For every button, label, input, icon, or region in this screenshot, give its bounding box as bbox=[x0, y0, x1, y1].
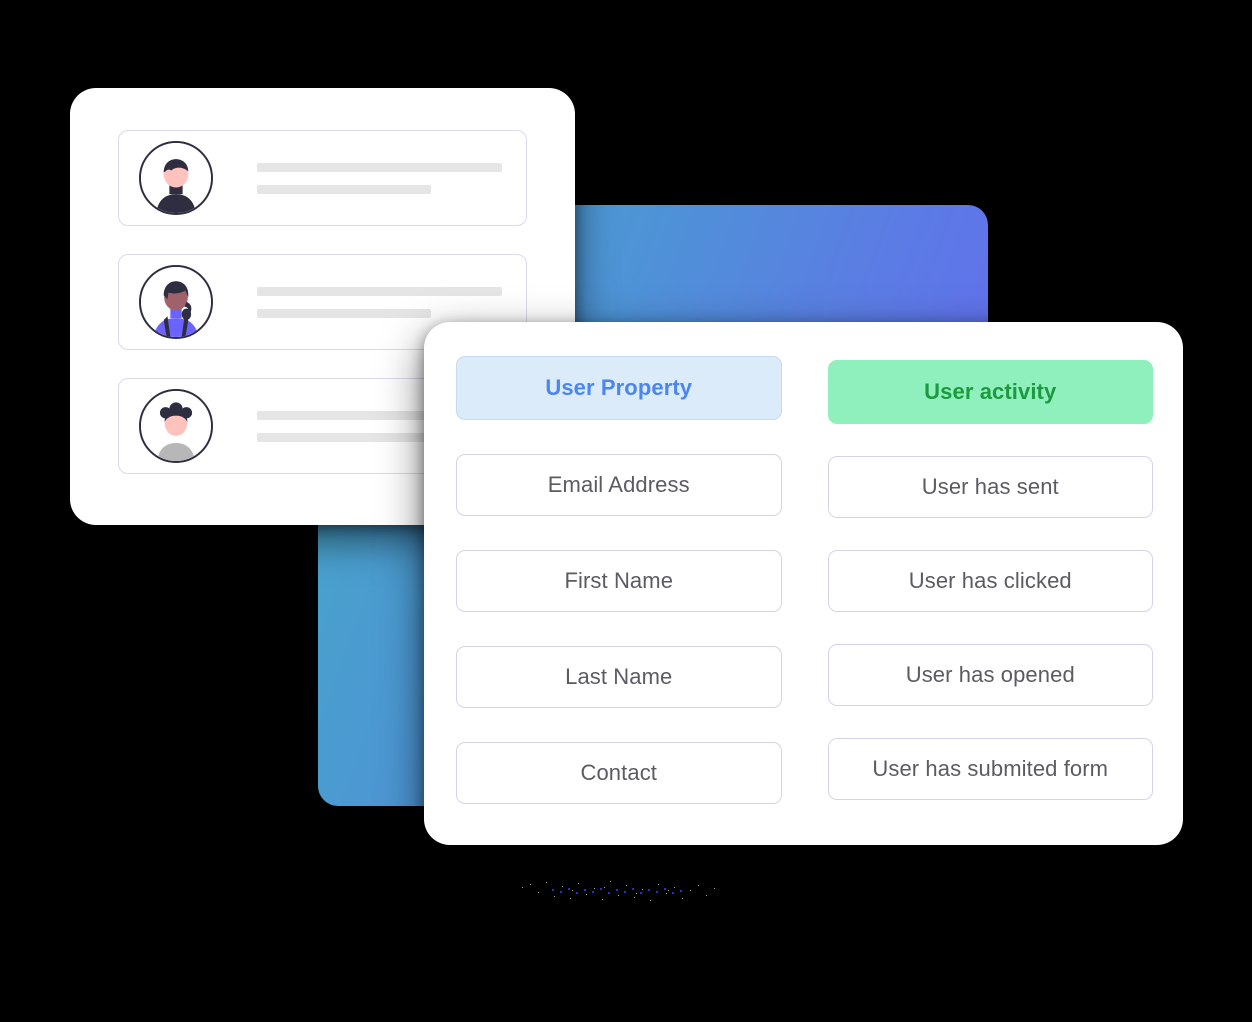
screenshot-stage: User Property Email Address First Name L… bbox=[0, 0, 1252, 1022]
filter-option-user-has-sent[interactable]: User has sent bbox=[827, 456, 1153, 518]
tab-user-property[interactable]: User Property bbox=[456, 356, 782, 420]
filter-option-last-name[interactable]: Last Name bbox=[456, 646, 782, 708]
user-activity-column: User activity User has sent User has cli… bbox=[827, 356, 1153, 815]
placeholder-line-secondary bbox=[257, 184, 431, 194]
filter-option-contact[interactable]: Contact bbox=[456, 742, 782, 804]
avatar-person-dark-hair-icon bbox=[141, 143, 211, 213]
tab-user-activity[interactable]: User activity bbox=[827, 360, 1153, 424]
list-item[interactable] bbox=[118, 130, 527, 226]
avatar bbox=[139, 265, 213, 339]
image-artifact-noise bbox=[522, 881, 715, 901]
avatar bbox=[139, 389, 213, 463]
placeholder-line-primary bbox=[257, 162, 502, 172]
list-item-placeholder-lines bbox=[257, 162, 526, 194]
filter-option-user-has-opened[interactable]: User has opened bbox=[827, 644, 1153, 706]
filter-option-user-has-submited-form[interactable]: User has submited form bbox=[827, 738, 1153, 800]
filter-option-first-name[interactable]: First Name bbox=[456, 550, 782, 612]
filter-option-user-has-clicked[interactable]: User has clicked bbox=[827, 550, 1153, 612]
avatar-person-ponytail-icon bbox=[141, 267, 211, 337]
filter-selector-card: User Property Email Address First Name L… bbox=[424, 322, 1183, 845]
user-property-column: User Property Email Address First Name L… bbox=[456, 356, 782, 815]
placeholder-line-secondary bbox=[257, 308, 431, 318]
avatar-person-buns-icon bbox=[141, 391, 211, 461]
filter-option-email-address[interactable]: Email Address bbox=[456, 454, 782, 516]
placeholder-line-secondary bbox=[257, 432, 431, 442]
list-item-placeholder-lines bbox=[257, 286, 526, 318]
placeholder-line-primary bbox=[257, 286, 502, 296]
avatar bbox=[139, 141, 213, 215]
